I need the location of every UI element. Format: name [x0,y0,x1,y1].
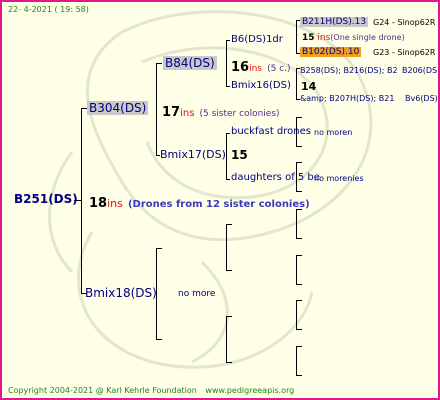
connector [226,179,230,180]
gen2-dam-note: (5 c.) [267,64,291,74]
gen4-d-label[interactable]: &amp; B207H(DS); B21 [300,94,394,103]
gen3-b-count: 14 [301,80,317,93]
root-colony-count: 18 [89,196,108,211]
connector [156,339,162,340]
gen3-d-note: no morenies [314,174,364,183]
connector [296,162,302,163]
footer: Copyright 2004-2021 @ Karl Kehrle Founda… [8,386,294,395]
gen3-b-label[interactable]: Bmix16(DS) [231,80,291,91]
gen3-d-label[interactable]: daughters of 5 be [231,172,320,183]
connector [296,238,302,239]
gen4-a-extra: G24 - Sinop62R [373,18,436,27]
gen4-a-drone-info: 15 ins(One single drone) [302,33,405,43]
gen2-dam-ins: ins [249,64,262,74]
connector [226,133,230,134]
root-queen-label[interactable]: B251(DS) [14,192,78,206]
connector [156,63,162,64]
connector [296,117,302,118]
pedigree-panel: 22- 4-2021 ( 19: 58) B251(DS) 18ins (Dro… [0,0,440,400]
connector [296,346,302,347]
connector [296,300,302,301]
report-date: 22- 4-2021 ( 19: 58) [8,5,89,14]
gen2-sire-label[interactable]: Bmix17(DS) [160,148,226,161]
connector [296,375,302,376]
connector [226,362,232,363]
dam-colony-count: 17 [162,105,181,120]
gen4-a-label[interactable]: B211H(DS).13 [300,17,369,27]
connector [226,224,232,225]
root-drone-note: (Drones from 12 sister colonies) [127,199,310,210]
root-drone-info: 18ins (Drones from 12 sister colonies) [89,192,310,211]
connector [226,40,230,41]
gen3-c-label[interactable]: buckfast drones [231,126,311,137]
connector [156,248,162,249]
gen4-b-label[interactable]: B102(DS).10 [300,47,362,57]
gen4-a-note: (One single drone) [330,33,405,42]
gen2-dam-label[interactable]: B84(DS) [163,56,217,70]
connector [296,20,297,54]
connector [296,68,297,100]
gen3-a-label[interactable]: B6(DS)1dr [231,34,283,45]
connector [296,146,302,147]
gen4-d-extra: Bv6(DS) [405,94,438,103]
sire-note: no more [178,289,216,299]
root-ins-label: ins [107,197,123,210]
copyright-text: Copyright 2004-2021 @ Karl Kehrle Founda… [8,386,197,395]
connector [296,300,297,330]
gen3-c-note: no moren [314,128,353,137]
website-link[interactable]: www.pedigreeapis.org [205,386,294,395]
connector [81,108,82,294]
connector [296,255,302,256]
dam-drone-note: (5 sister colonies) [199,109,280,119]
connector [296,284,302,285]
connector [296,255,297,285]
dam-ins-label: ins [180,108,195,119]
gen4-b-extra: G23 - Sinop62R [373,48,436,57]
connector [226,224,227,271]
gen4-a-ins: ins [317,33,331,43]
gen2-dam-drone-info: 16ins (5 c.) [231,56,291,75]
gen4-c-extra: B206(DS) [402,66,440,75]
connector [226,133,227,180]
connector [226,86,230,87]
connector [226,270,232,271]
connector [296,329,302,330]
connector [296,209,297,239]
sire-label[interactable]: Bmix18(DS) [85,286,157,300]
connector [226,40,227,87]
gen2-dam-count: 16 [231,60,250,75]
connector [296,346,297,376]
dam-drone-info: 17ins (5 sister colonies) [162,101,280,120]
gen4-a-count: 15 [302,33,315,43]
dam-label[interactable]: B304(DS) [87,101,149,115]
connector [156,63,157,156]
gen4-c-label[interactable]: B258(DS); B216(DS); B2 [300,66,398,75]
gen2-sire-count: 15 [231,148,248,162]
connector [226,316,227,363]
connector [226,316,232,317]
